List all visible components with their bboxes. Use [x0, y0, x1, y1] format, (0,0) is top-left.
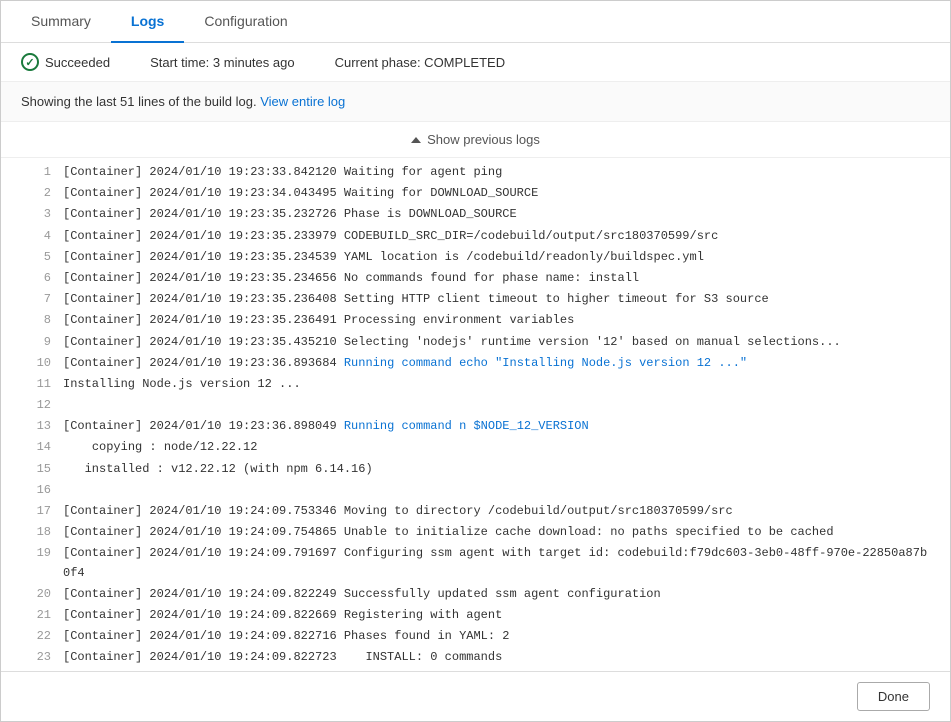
line-number: 23: [21, 648, 51, 667]
log-line: 18 [Container] 2024/01/10 19:24:09.754865…: [1, 522, 950, 543]
log-line: 23 [Container] 2024/01/10 19:24:09.822723…: [1, 647, 950, 668]
log-line: 13 [Container] 2024/01/10 19:23:36.898049…: [1, 416, 950, 437]
log-line: 17 [Container] 2024/01/10 19:24:09.753346…: [1, 501, 950, 522]
log-line: 15 installed : v12.22.12 (with npm 6.14.…: [1, 459, 950, 480]
line-number: 21: [21, 606, 51, 625]
line-number: 20: [21, 585, 51, 604]
log-line: 20 [Container] 2024/01/10 19:24:09.822249…: [1, 584, 950, 605]
log-line: 1 [Container] 2024/01/10 19:23:33.842120 …: [1, 162, 950, 183]
line-number: 3: [21, 205, 51, 224]
log-line: 8 [Container] 2024/01/10 19:23:35.236491 …: [1, 310, 950, 331]
log-line: 6 [Container] 2024/01/10 19:23:35.234656 …: [1, 268, 950, 289]
line-content: [Container] 2024/01/10 19:24:09.791697 C…: [63, 544, 930, 582]
view-entire-log-link[interactable]: View entire log: [260, 94, 345, 109]
tab-configuration[interactable]: Configuration: [184, 1, 307, 43]
log-header-text: Showing the last 51 lines of the build l…: [21, 94, 257, 109]
line-content: [Container] 2024/01/10 19:23:35.236408 S…: [63, 290, 930, 309]
line-content: copying : node/12.22.12: [63, 438, 930, 457]
log-line: 22 [Container] 2024/01/10 19:24:09.822716…: [1, 626, 950, 647]
log-line: 11 Installing Node.js version 12 ...: [1, 374, 950, 395]
line-content: [Container] 2024/01/10 19:23:35.232726 P…: [63, 205, 930, 224]
log-line: 21 [Container] 2024/01/10 19:24:09.822669…: [1, 605, 950, 626]
log-line: 9 [Container] 2024/01/10 19:23:35.435210 …: [1, 332, 950, 353]
line-number: 4: [21, 227, 51, 246]
log-line: 10 [Container] 2024/01/10 19:23:36.893684…: [1, 353, 950, 374]
log-link-text: Running command n $NODE_12_VERSION: [344, 419, 589, 433]
line-content: [Container] 2024/01/10 19:23:35.234656 N…: [63, 269, 930, 288]
line-content: [Container] 2024/01/10 19:23:35.236491 P…: [63, 311, 930, 330]
line-content: [Container] 2024/01/10 19:24:09.822249 S…: [63, 585, 930, 604]
line-number: 16: [21, 481, 51, 500]
log-content-area[interactable]: Show previous logs 1 [Container] 2024/01/…: [1, 122, 950, 671]
status-bar: Succeeded Start time: 3 minutes ago Curr…: [1, 43, 950, 82]
line-number: 17: [21, 502, 51, 521]
log-line: 14 copying : node/12.22.12: [1, 437, 950, 458]
start-time-label: Start time: 3 minutes ago: [150, 55, 295, 70]
line-content: [Container] 2024/01/10 19:23:36.898049 R…: [63, 417, 930, 436]
line-number: 10: [21, 354, 51, 373]
line-number: 14: [21, 438, 51, 457]
succeeded-label: Succeeded: [45, 55, 110, 70]
line-number: 1: [21, 163, 51, 182]
line-content: [63, 396, 930, 415]
succeeded-icon: [21, 53, 39, 71]
line-content: [Container] 2024/01/10 19:23:33.842120 W…: [63, 163, 930, 182]
log-line: 12: [1, 395, 950, 416]
line-content: [Container] 2024/01/10 19:23:35.233979 C…: [63, 227, 930, 246]
line-number: 6: [21, 269, 51, 288]
line-number: 18: [21, 523, 51, 542]
line-content: [Container] 2024/01/10 19:24:09.753346 M…: [63, 502, 930, 521]
tab-logs[interactable]: Logs: [111, 1, 184, 43]
line-number: 5: [21, 248, 51, 267]
show-previous-logs-button[interactable]: Show previous logs: [1, 122, 950, 158]
line-number: 7: [21, 290, 51, 309]
tabs-bar: Summary Logs Configuration: [1, 1, 950, 43]
log-lines: 1 [Container] 2024/01/10 19:23:33.842120 …: [1, 158, 950, 671]
status-current-phase: Current phase: COMPLETED: [335, 55, 506, 70]
line-content: [63, 481, 930, 500]
line-content: [Container] 2024/01/10 19:23:36.893684 R…: [63, 354, 930, 373]
line-number: 2: [21, 184, 51, 203]
line-number: 12: [21, 396, 51, 415]
line-number: 9: [21, 333, 51, 352]
line-number: 11: [21, 375, 51, 394]
line-content: [Container] 2024/01/10 19:24:09.754865 U…: [63, 523, 930, 542]
line-content: installed : v12.22.12 (with npm 6.14.16): [63, 460, 930, 479]
footer-bar: Done: [1, 671, 950, 721]
log-line: 7 [Container] 2024/01/10 19:23:35.236408 …: [1, 289, 950, 310]
line-content: Installing Node.js version 12 ...: [63, 375, 930, 394]
status-start-time: Start time: 3 minutes ago: [150, 55, 295, 70]
line-content: [Container] 2024/01/10 19:23:35.234539 Y…: [63, 248, 930, 267]
line-content: [Container] 2024/01/10 19:23:34.043495 W…: [63, 184, 930, 203]
log-line: 19 [Container] 2024/01/10 19:24:09.791697…: [1, 543, 950, 583]
chevron-up-icon: [411, 137, 421, 143]
log-header: Showing the last 51 lines of the build l…: [1, 82, 950, 122]
modal-container: Summary Logs Configuration Succeeded Sta…: [0, 0, 951, 722]
log-line: 2 [Container] 2024/01/10 19:23:34.043495 …: [1, 183, 950, 204]
line-number: 13: [21, 417, 51, 436]
line-number: 22: [21, 627, 51, 646]
log-line: 3 [Container] 2024/01/10 19:23:35.232726 …: [1, 204, 950, 225]
log-line: 4 [Container] 2024/01/10 19:23:35.233979 …: [1, 226, 950, 247]
line-content: [Container] 2024/01/10 19:24:09.822723 I…: [63, 648, 930, 667]
line-content: [Container] 2024/01/10 19:23:35.435210 S…: [63, 333, 930, 352]
status-succeeded: Succeeded: [21, 53, 110, 71]
line-number: 15: [21, 460, 51, 479]
current-phase-label: Current phase: COMPLETED: [335, 55, 506, 70]
line-number: 19: [21, 544, 51, 582]
log-line: 5 [Container] 2024/01/10 19:23:35.234539 …: [1, 247, 950, 268]
log-link-text: Running command echo "Installing Node.js…: [344, 356, 747, 370]
line-content: [Container] 2024/01/10 19:24:09.822716 P…: [63, 627, 930, 646]
log-line: 16: [1, 480, 950, 501]
done-button[interactable]: Done: [857, 682, 930, 711]
show-previous-logs-label: Show previous logs: [427, 132, 540, 147]
tab-summary[interactable]: Summary: [11, 1, 111, 43]
line-content: [Container] 2024/01/10 19:24:09.822669 R…: [63, 606, 930, 625]
line-number: 8: [21, 311, 51, 330]
